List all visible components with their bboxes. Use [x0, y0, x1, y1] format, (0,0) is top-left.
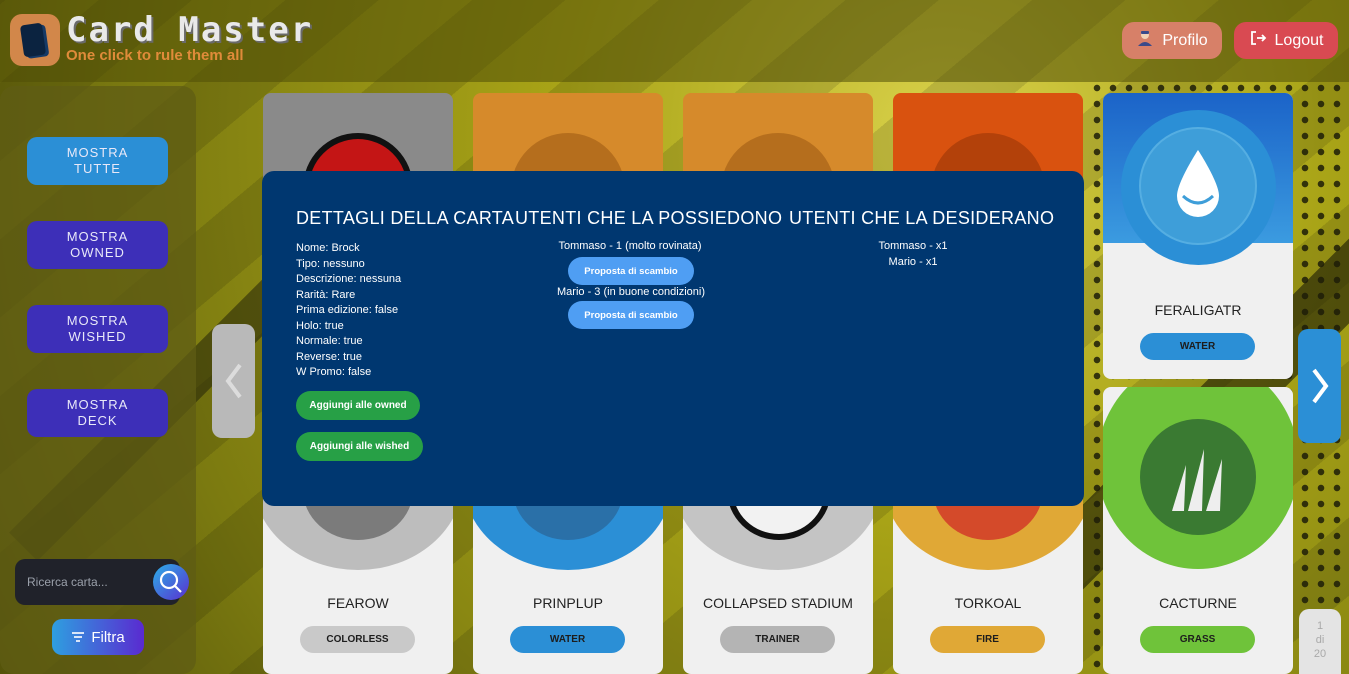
type-badge: WATER — [1140, 333, 1255, 360]
card-name: FEAROW — [327, 595, 389, 611]
previous-page-button[interactable] — [212, 324, 255, 438]
chevron-right-icon — [1311, 368, 1328, 404]
card-tile-torkoal[interactable]: TORKOAL FIRE — [893, 480, 1083, 674]
detail-description: Descrizione: nessuna — [296, 273, 402, 285]
type-badge: COLORLESS — [300, 626, 415, 653]
add-to-owned-button[interactable]: Aggiungi alle owned — [296, 391, 420, 420]
user-icon — [1136, 29, 1154, 52]
logout-label: Logout — [1274, 31, 1324, 49]
card-name: COLLAPSED STADIUM — [703, 595, 853, 611]
card-tile-collapsed-stadium[interactable]: COLLAPSED STADIUM TRAINER — [683, 480, 873, 674]
app-title: Card Master — [66, 10, 314, 50]
search-button[interactable] — [153, 564, 189, 600]
total-pages: 20 — [1313, 648, 1327, 660]
detail-rarity: Rarità: Rare — [296, 288, 356, 301]
logout-icon — [1249, 29, 1267, 52]
app-tagline: One click to rule them all — [66, 47, 244, 64]
trade-proposal-button[interactable]: Proposta di scambio — [568, 257, 694, 285]
type-badge: WATER — [510, 626, 625, 653]
page-of: di — [1315, 634, 1325, 646]
detail-w-promo: W Promo: false — [296, 366, 372, 378]
card-logo-icon — [19, 22, 47, 58]
profile-label: Profilo — [1162, 31, 1208, 49]
detail-holo: Holo: true — [296, 319, 344, 332]
card-name: TORKOAL — [954, 595, 1022, 611]
card-name: PRINPLUP — [532, 595, 604, 611]
detail-type: Tipo: nessuno — [296, 257, 365, 270]
wisher-entry: Mario - x1 — [888, 256, 938, 268]
next-page-button[interactable] — [1298, 329, 1341, 443]
top-bar: Card Master One click to rule them all P… — [0, 0, 1349, 82]
detail-reverse: Reverse: true — [296, 350, 363, 363]
wishers-title: UTENTI CHE LA DESIDERANO — [789, 208, 1055, 228]
type-badge: GRASS — [1140, 626, 1255, 653]
owner-entry: Mario - 3 (in buone condizioni) — [557, 286, 705, 298]
card-name: FERALIGATR — [1154, 302, 1242, 318]
show-deck-button[interactable]: MOSTRA DECK — [27, 389, 168, 437]
add-to-wished-button[interactable]: Aggiungi alle wished — [296, 432, 423, 461]
detail-first-edition: Prima edizione: false — [296, 304, 399, 316]
current-page: 1 — [1316, 620, 1324, 632]
trade-proposal-button[interactable]: Proposta di scambio — [568, 301, 694, 329]
app-logo[interactable] — [10, 14, 60, 66]
details-title: DETTAGLI DELLA CARTA — [296, 208, 515, 228]
show-owned-button[interactable]: MOSTRA OWNED — [27, 221, 168, 269]
owner-entry: Tommaso - 1 (molto rovinata) — [558, 240, 702, 252]
card-details-list: Nome: Brock Tipo: nessuno Descrizione: n… — [296, 241, 401, 381]
page-indicator: 1 di 20 — [1299, 609, 1341, 674]
search-icon — [159, 570, 182, 593]
filter-label: Filtra — [91, 628, 125, 646]
profile-button[interactable]: Profilo — [1122, 22, 1222, 59]
card-tile-feraligatr[interactable]: FERALIGATR WATER — [1103, 93, 1293, 379]
show-wished-button[interactable]: MOSTRA WISHED — [27, 305, 168, 353]
type-badge: TRAINER — [720, 626, 835, 653]
detail-name: Nome: Brock — [296, 242, 360, 254]
owners-title: UTENTI CHE LA POSSIEDONO — [515, 208, 783, 228]
water-drop-icon — [1177, 150, 1219, 217]
filter-icon — [72, 632, 85, 642]
filter-button[interactable]: Filtra — [52, 619, 144, 655]
show-all-button[interactable]: MOSTRA TUTTE — [27, 137, 168, 185]
card-tile-fearow[interactable]: FEAROW COLORLESS — [263, 480, 453, 674]
chevron-left-icon — [225, 363, 242, 399]
card-tile-prinplup[interactable]: PRINPLUP WATER — [473, 480, 663, 674]
logout-button[interactable]: Logout — [1234, 22, 1338, 59]
card-details-modal: DETTAGLI DELLA CARTA UTENTI CHE LA POSSI… — [262, 171, 1084, 506]
search-box — [15, 559, 189, 605]
grass-leaf-icon — [1172, 449, 1222, 511]
detail-normal: Normale: true — [296, 335, 363, 347]
search-input[interactable] — [27, 571, 137, 593]
card-tile-cacturne[interactable]: CACTURNE GRASS — [1103, 387, 1293, 674]
type-badge: FIRE — [930, 626, 1045, 653]
card-name: CACTURNE — [1159, 595, 1237, 611]
wisher-entry: Tommaso - x1 — [878, 240, 948, 252]
